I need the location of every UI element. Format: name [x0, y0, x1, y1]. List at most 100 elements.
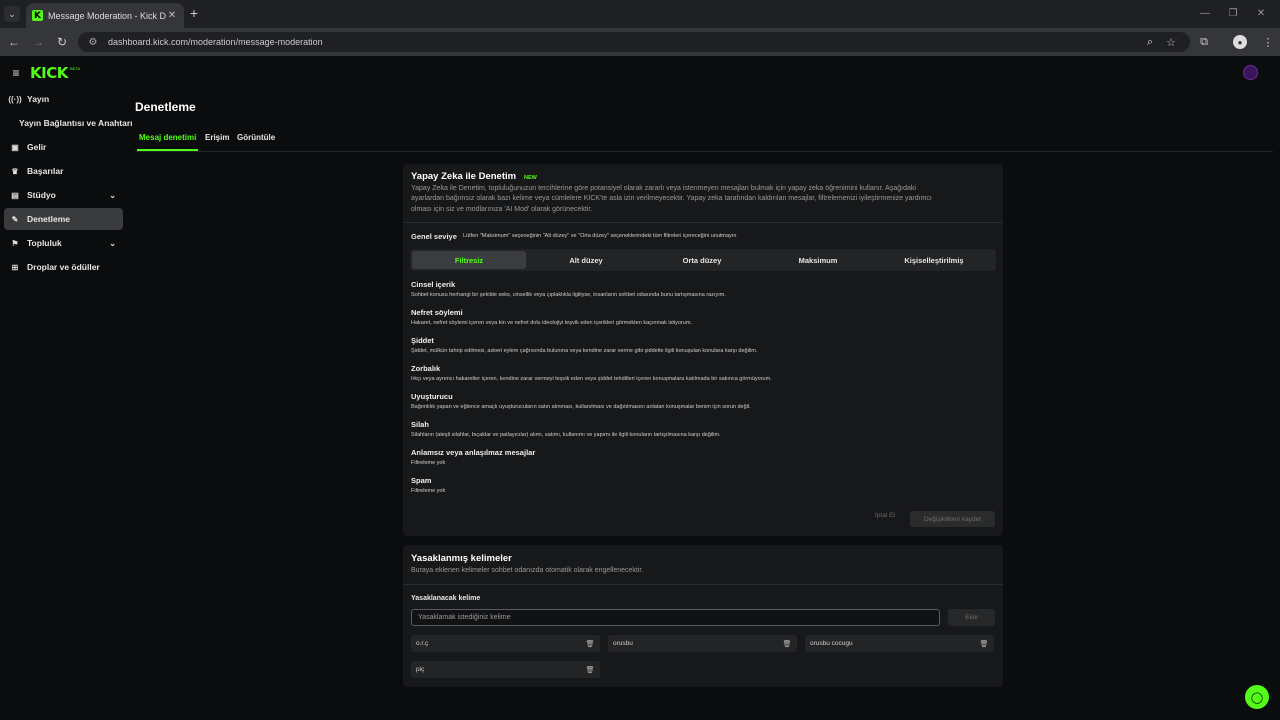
level-maksimum[interactable]: Maksimum	[761, 251, 875, 269]
category-desc: Sohbet konusu herhangi bir şekilde seks,…	[411, 292, 726, 298]
banned-word-chip: orusbu cocugu 🗑	[805, 635, 994, 652]
back-icon[interactable]: ←	[6, 34, 22, 50]
kick-logo-beta: BETA	[70, 66, 81, 71]
hamburger-menu-icon[interactable]: ≡	[10, 66, 22, 80]
tab-divider	[135, 151, 1273, 152]
sidebar-item-stream-key[interactable]: Yayın Bağlantısı ve Anahtarı	[19, 118, 133, 128]
tab-title: Message Moderation - Kick Da	[48, 10, 166, 21]
tab-mesaj-denetimi[interactable]: Mesaj denetimi	[137, 133, 199, 151]
ai-card-title: Yapay Zeka ile Denetim	[411, 171, 517, 182]
category-title: Anlamsız veya anlaşılmaz mesajlar	[411, 448, 536, 457]
category-title: Cinsel içerik	[411, 280, 456, 289]
close-window-icon[interactable]: ✕	[1255, 6, 1267, 20]
community-icon: ⚑	[11, 238, 19, 248]
browser-menu-icon[interactable]: ⋮	[1261, 35, 1275, 49]
kick-favicon-icon: K	[32, 10, 43, 21]
level-hint: Lütfen "Maksimum" seçeneğinin "Alt düzey…	[463, 233, 737, 239]
url-bar[interactable]: ⚙ dashboard.kick.com/moderation/message-…	[78, 32, 1190, 52]
reload-icon[interactable]: ↻	[54, 34, 70, 50]
restore-icon[interactable]: ❐	[1227, 6, 1239, 20]
sidebar-item-label: Gelir	[27, 142, 47, 152]
bookmark-star-icon[interactable]: ☆	[1164, 35, 1178, 49]
divider	[403, 584, 1003, 585]
gift-icon: ⊞	[11, 262, 19, 272]
zoom-icon[interactable]: ⌕	[1143, 35, 1157, 49]
banned-word-input[interactable]: Yasaklamak istediğiniz kelime	[411, 609, 940, 626]
category-desc: Silahların (ateşli silahlar, bıçaklar ve…	[411, 432, 721, 438]
sidebar-item-label: Yayın	[27, 94, 50, 104]
category-title: Zorbalık	[411, 364, 441, 373]
new-badge: NEW	[524, 175, 537, 181]
banned-card-desc: Buraya eklenen kelimeler sohbet odanızda…	[411, 567, 644, 574]
new-tab-icon[interactable]: +	[188, 6, 200, 20]
wallet-icon: ▣	[11, 142, 19, 152]
banned-words-card: Yasaklanmış kelimeler Buraya eklenen kel…	[403, 545, 1003, 687]
save-changes-button[interactable]: Değişiklikleri kaydet	[910, 511, 995, 527]
trash-icon[interactable]: 🗑	[980, 640, 989, 648]
broadcast-icon: ((·))	[8, 94, 22, 104]
tab-search-icon[interactable]: ⌄	[4, 6, 20, 22]
trash-icon[interactable]: 🗑	[586, 666, 595, 674]
extensions-icon[interactable]: ⧉	[1197, 35, 1211, 49]
minimize-icon[interactable]: —	[1199, 6, 1211, 20]
category-desc: Bağımlılık yapan ve eğlence amaçlı uyuşt…	[411, 404, 751, 410]
ai-moderation-card: Yapay Zeka ile Denetim NEW Yapay Zeka il…	[403, 164, 1003, 536]
chevron-down-icon: ⌄	[109, 190, 116, 200]
category-desc: Şiddet, mülkün tahrip edilmesi, askeri e…	[411, 348, 758, 354]
profile-icon[interactable]: ●	[1233, 35, 1247, 49]
banned-word-text: orusbu	[613, 640, 633, 647]
banned-word-chip: o.r.ç 🗑	[411, 635, 600, 652]
level-label: Genel seviye	[411, 232, 457, 241]
banned-card-title: Yasaklanmış kelimeler	[411, 553, 512, 564]
sidebar-item-gelir[interactable]: ▣ Gelir	[4, 136, 123, 158]
sidebar-item-yayin[interactable]: ((·)) Yayın	[4, 88, 123, 110]
banned-word-text: piç	[416, 666, 425, 673]
chevron-down-icon: ⌄	[109, 238, 116, 248]
tab-close-icon[interactable]: ✕	[166, 10, 178, 21]
category-title: Şiddet	[411, 336, 434, 345]
studio-icon: ▤	[11, 190, 19, 200]
banned-word-chip: orusbu 🗑	[608, 635, 797, 652]
banned-word-label: Yasaklanacak kelime	[411, 595, 481, 602]
level-alt-duzey[interactable]: Alt düzey	[529, 251, 643, 269]
category-desc: Hakaret, nefret söylemi içeren veya kin …	[411, 320, 692, 326]
sidebar-item-denetleme[interactable]: ✎ Denetleme	[4, 208, 123, 230]
sidebar-item-studyo[interactable]: ▤ Stüdyo ⌄	[4, 184, 123, 206]
site-info-icon[interactable]: ⚙	[86, 37, 100, 48]
level-filtresiz[interactable]: Filtresiz	[412, 251, 526, 269]
category-title: Nefret söylemi	[411, 308, 463, 317]
tab-goruntule[interactable]: Görüntüle	[237, 133, 275, 151]
sidebar-item-topluluk[interactable]: ⚑ Topluluk ⌄	[4, 232, 123, 254]
category-title: Uyuşturucu	[411, 392, 453, 401]
sidebar-item-basarilar[interactable]: ♛ Başarılar	[4, 160, 123, 182]
kick-logo[interactable]: KICK	[30, 64, 68, 82]
wrench-icon: ✎	[11, 214, 19, 224]
category-title: Silah	[411, 420, 429, 429]
sidebar-item-droplar[interactable]: ⊞ Droplar ve ödüller	[4, 256, 123, 278]
add-word-button[interactable]: Ekle	[948, 609, 995, 626]
level-selector: Filtresiz Alt düzey Orta düzey Maksimum …	[410, 249, 996, 271]
url-text[interactable]: dashboard.kick.com/moderation/message-mo…	[108, 37, 323, 47]
trophy-icon: ♛	[11, 166, 19, 176]
category-desc: Irkçı veya ayrımcı hakaretler içeren, ke…	[411, 376, 772, 382]
level-orta-duzey[interactable]: Orta düzey	[645, 251, 759, 269]
page-title: Denetleme	[135, 100, 196, 114]
category-desc: Filtreleme yok	[411, 460, 446, 466]
tab-erisim[interactable]: Erişim	[205, 133, 229, 151]
sidebar-item-label: Stüdyo	[27, 190, 56, 200]
support-chat-icon[interactable]: ◯	[1245, 685, 1269, 709]
trash-icon[interactable]: 🗑	[783, 640, 792, 648]
trash-icon[interactable]: 🗑	[586, 640, 595, 648]
level-kisisellestirilmis[interactable]: Kişiselleştirilmiş	[877, 251, 991, 269]
category-desc: Filtreleme yok	[411, 488, 446, 494]
sidebar-item-label: Topluluk	[27, 238, 62, 248]
forward-icon[interactable]: →	[30, 34, 46, 50]
browser-tab[interactable]: K Message Moderation - Kick Da ✕	[26, 3, 184, 28]
banned-word-text: orusbu cocugu	[810, 640, 853, 647]
sidebar-item-label: Başarılar	[27, 166, 64, 176]
user-avatar[interactable]	[1243, 65, 1258, 80]
category-title: Spam	[411, 476, 432, 485]
ai-card-desc-line2: ayarlardan bağımsız olarak bazı kelime v…	[411, 195, 932, 202]
ai-card-desc-line3: olması için siz ve modlarınıza 'AI Mod' …	[411, 206, 593, 213]
cancel-button[interactable]: İptal Et	[875, 512, 895, 519]
